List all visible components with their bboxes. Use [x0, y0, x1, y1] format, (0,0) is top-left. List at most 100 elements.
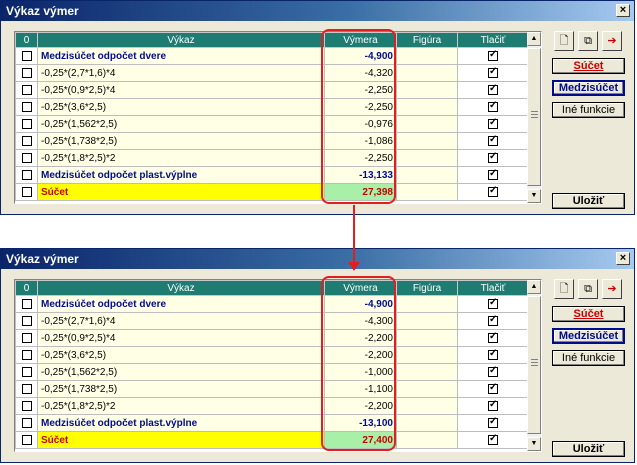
tlacit-cell[interactable]: [457, 64, 529, 82]
row-select-cell[interactable]: [15, 329, 38, 347]
title-bar[interactable]: Výkaz výmer ×: [1, 1, 634, 21]
tlacit-checkbox[interactable]: [488, 168, 498, 180]
row-select-cell[interactable]: [15, 98, 38, 116]
vykaz-cell[interactable]: Medzisúčet odpočet plast.výplne: [37, 166, 325, 184]
vykaz-cell[interactable]: -0,25*(2,7*1,6)*4: [37, 64, 325, 82]
col-header-0[interactable]: 0: [15, 280, 38, 296]
tlacit-cell[interactable]: [457, 380, 529, 398]
scroll-down-icon[interactable]: ▼: [527, 437, 541, 451]
tlacit-checkbox[interactable]: [488, 100, 498, 112]
ine-funkcie-button[interactable]: Iné funkcie: [552, 350, 625, 366]
table-row[interactable]: Medzisúčet odpočet plast.výplne -13,133: [15, 166, 529, 184]
tlacit-checkbox[interactable]: [488, 151, 498, 163]
tlacit-cell[interactable]: [457, 312, 529, 330]
sucet-button[interactable]: Súčet: [552, 306, 625, 322]
close-button[interactable]: ×: [616, 252, 630, 265]
tlacit-checkbox[interactable]: [488, 382, 498, 394]
row-select-cell[interactable]: [15, 47, 38, 65]
vykaz-cell[interactable]: Medzisúčet odpočet dvere: [37, 295, 325, 313]
tlacit-checkbox[interactable]: [488, 66, 498, 78]
vykaz-cell[interactable]: -0,25*(0,9*2,5)*4: [37, 81, 325, 99]
row-checkbox[interactable]: [21, 118, 32, 129]
row-select-cell[interactable]: [15, 295, 38, 313]
row-select-cell[interactable]: [15, 414, 38, 432]
tlacit-checkbox[interactable]: [488, 49, 498, 61]
vykaz-cell[interactable]: -0,25*(1,738*2,5): [37, 380, 325, 398]
row-select-cell[interactable]: [15, 312, 38, 330]
table-row[interactable]: -0,25*(0,9*2,5)*4 -2,200: [15, 329, 529, 347]
figura-cell[interactable]: [396, 115, 458, 133]
row-select-cell[interactable]: [15, 115, 38, 133]
sucet-button[interactable]: Súčet: [552, 58, 625, 74]
tlacit-cell[interactable]: [457, 166, 529, 184]
figura-cell[interactable]: [396, 414, 458, 432]
tlacit-cell[interactable]: [457, 295, 529, 313]
figura-cell[interactable]: [396, 346, 458, 364]
vykaz-cell[interactable]: Medzisúčet odpočet dvere: [37, 47, 325, 65]
vykaz-cell[interactable]: -0,25*(1,8*2,5)*2: [37, 149, 325, 167]
col-header-figura[interactable]: Figúra: [396, 280, 458, 296]
col-header-tlacit[interactable]: Tlačiť: [457, 32, 529, 48]
figura-cell[interactable]: [396, 329, 458, 347]
vykaz-cell[interactable]: -0,25*(1,8*2,5)*2: [37, 397, 325, 415]
table-row[interactable]: Súčet 27,400: [15, 431, 529, 449]
figura-cell[interactable]: [396, 183, 458, 201]
tlacit-checkbox[interactable]: [488, 83, 498, 95]
figura-cell[interactable]: [396, 81, 458, 99]
figura-cell[interactable]: [396, 64, 458, 82]
scroll-thumb[interactable]: [527, 48, 541, 186]
row-select-cell[interactable]: [15, 380, 38, 398]
table-row[interactable]: -0,25*(1,8*2,5)*2 -2,250: [15, 149, 529, 167]
row-checkbox[interactable]: [21, 152, 32, 163]
vykaz-cell[interactable]: -0,25*(3,6*2,5): [37, 346, 325, 364]
copy-row-button[interactable]: ⧉: [578, 31, 598, 51]
tlacit-checkbox[interactable]: [488, 117, 498, 129]
vykaz-cell[interactable]: -0,25*(3,6*2,5): [37, 98, 325, 116]
scroll-up-icon[interactable]: ▲: [527, 280, 541, 294]
tlacit-checkbox[interactable]: [488, 365, 498, 377]
row-select-cell[interactable]: [15, 64, 38, 82]
tlacit-cell[interactable]: [457, 81, 529, 99]
vykaz-cell[interactable]: Súčet: [37, 431, 325, 449]
row-checkbox[interactable]: [21, 349, 32, 360]
tlacit-checkbox[interactable]: [488, 331, 498, 343]
vykaz-cell[interactable]: -0,25*(1,738*2,5): [37, 132, 325, 150]
table-row[interactable]: -0,25*(3,6*2,5) -2,250: [15, 98, 529, 116]
close-button[interactable]: ×: [616, 4, 630, 17]
figura-cell[interactable]: [396, 397, 458, 415]
ulozit-button[interactable]: Uložiť: [552, 441, 625, 457]
tlacit-cell[interactable]: [457, 431, 529, 449]
table-row[interactable]: Medzisúčet odpočet dvere -4,900: [15, 295, 529, 313]
figura-cell[interactable]: [396, 380, 458, 398]
row-checkbox[interactable]: [21, 315, 32, 326]
scroll-up-icon[interactable]: ▲: [527, 32, 541, 46]
tlacit-checkbox[interactable]: [488, 314, 498, 326]
row-select-cell[interactable]: [15, 132, 38, 150]
row-checkbox[interactable]: [21, 84, 32, 95]
tlacit-checkbox[interactable]: [488, 297, 498, 309]
tlacit-checkbox[interactable]: [488, 433, 498, 445]
row-select-cell[interactable]: [15, 183, 38, 201]
title-bar[interactable]: Výkaz výmer ×: [1, 249, 634, 269]
row-checkbox[interactable]: [21, 67, 32, 78]
tlacit-cell[interactable]: [457, 98, 529, 116]
tlacit-checkbox[interactable]: [488, 348, 498, 360]
table-row[interactable]: -0,25*(1,562*2,5) -1,000: [15, 363, 529, 381]
tlacit-cell[interactable]: [457, 414, 529, 432]
table-row[interactable]: -0,25*(3,6*2,5) -2,200: [15, 346, 529, 364]
tlacit-checkbox[interactable]: [488, 134, 498, 146]
tlacit-cell[interactable]: [457, 363, 529, 381]
row-select-cell[interactable]: [15, 346, 38, 364]
figura-cell[interactable]: [396, 132, 458, 150]
row-checkbox[interactable]: [21, 332, 32, 343]
tlacit-checkbox[interactable]: [488, 399, 498, 411]
row-checkbox[interactable]: [21, 383, 32, 394]
vykaz-cell[interactable]: -0,25*(2,7*1,6)*4: [37, 312, 325, 330]
vykaz-cell[interactable]: Súčet: [37, 183, 325, 201]
figura-cell[interactable]: [396, 149, 458, 167]
row-checkbox[interactable]: [21, 135, 32, 146]
row-checkbox[interactable]: [21, 186, 32, 197]
ulozit-button[interactable]: Uložiť: [552, 193, 625, 209]
vykaz-cell[interactable]: -0,25*(1,562*2,5): [37, 115, 325, 133]
export-button[interactable]: ➔: [602, 31, 622, 51]
